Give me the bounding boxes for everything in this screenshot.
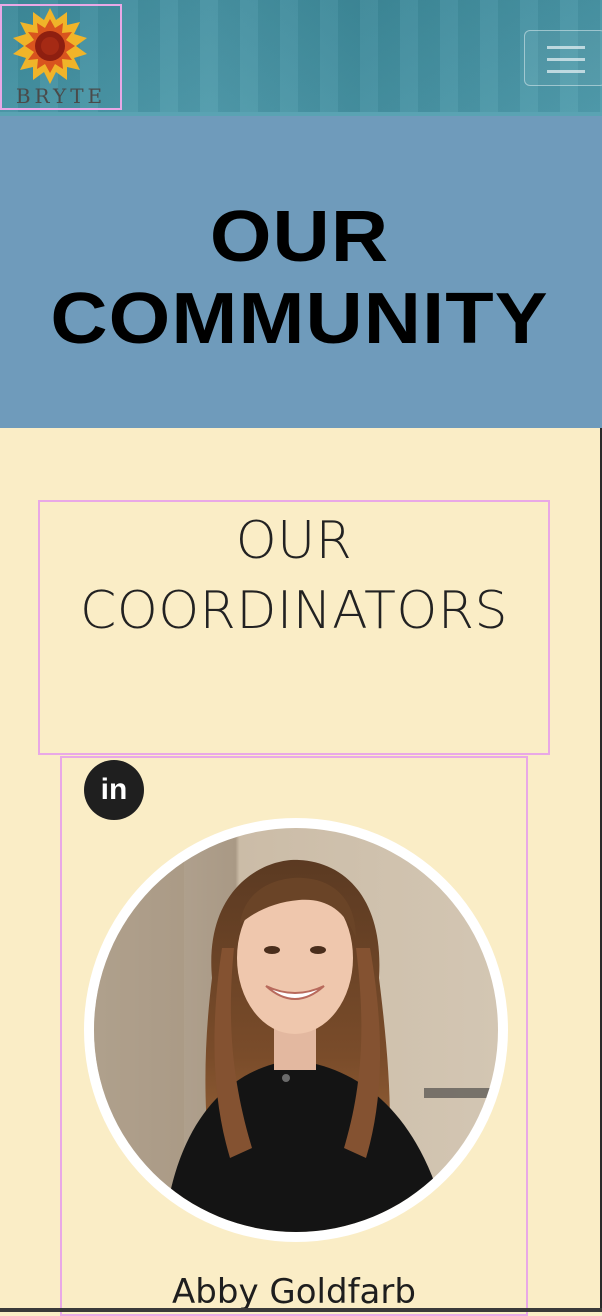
sunflower-icon [13, 8, 87, 84]
top-navbar: BRYTE [0, 0, 602, 116]
page-bottom-border [0, 1308, 602, 1312]
coordinators-heading-box: OUR COORDINATORS [38, 500, 550, 755]
linkedin-icon[interactable]: in [84, 760, 144, 820]
page-title-line2: COMMUNITY [50, 279, 549, 359]
logo-wordmark: BRYTE [15, 84, 107, 108]
page-title-line1: OUR [209, 197, 390, 277]
site-logo[interactable]: BRYTE [0, 4, 122, 110]
hero-banner: OUR COMMUNITY [0, 116, 602, 428]
coordinators-section: OUR COORDINATORS in Abby Goldfarb [0, 428, 602, 1316]
coordinators-heading: OUR COORDINATORS [40, 506, 548, 646]
hamburger-menu-button[interactable] [524, 30, 602, 86]
page-title: OUR COMMUNITY [0, 196, 602, 360]
coordinators-heading-line1: OUR [235, 511, 353, 571]
coordinators-heading-line2: COORDINATORS [80, 581, 508, 641]
linkedin-label: in [100, 773, 128, 806]
coordinator-name: Abby Goldfarb [172, 1272, 416, 1312]
portrait-image [94, 828, 498, 1232]
coordinator-card: in Abby Goldfarb [60, 756, 528, 1316]
coordinator-photo [84, 818, 508, 1242]
